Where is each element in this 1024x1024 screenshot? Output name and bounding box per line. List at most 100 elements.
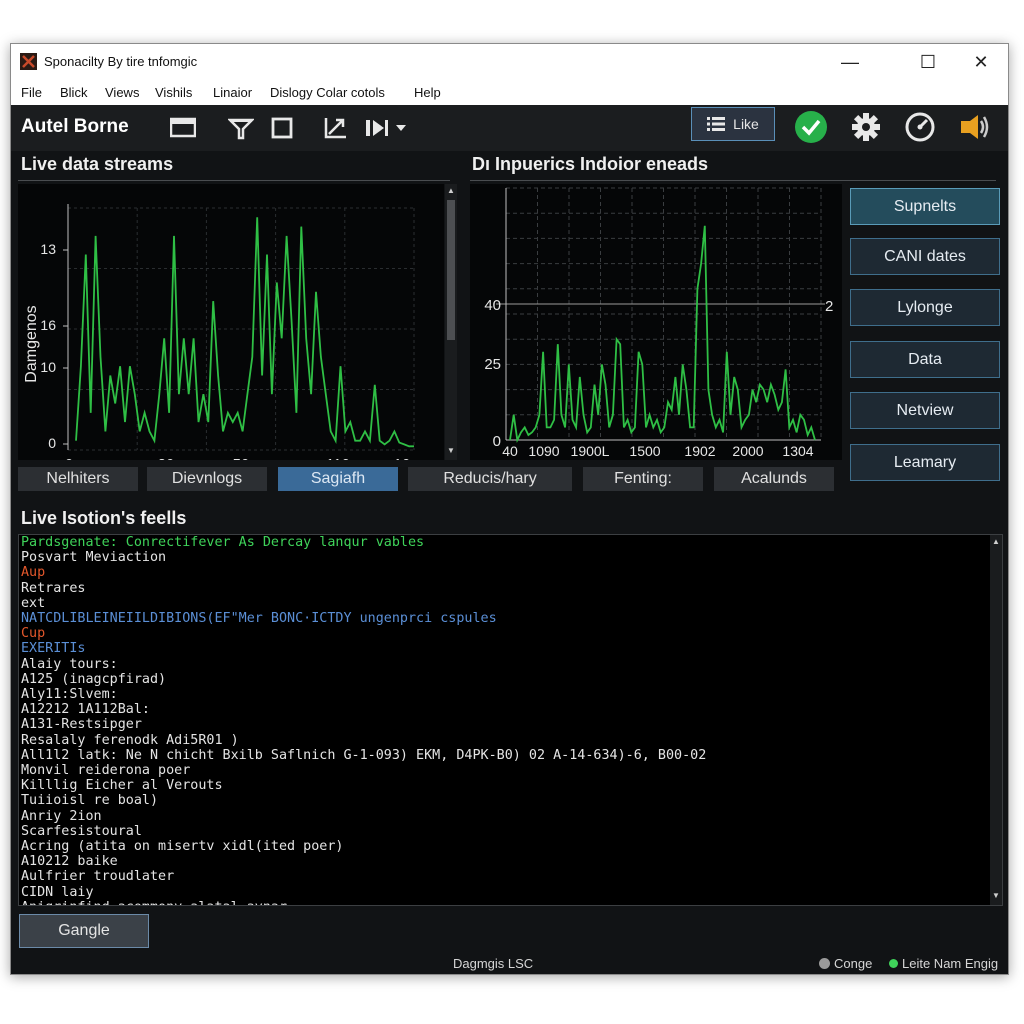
console-line: Tuiioisl re boal): [21, 793, 159, 809]
console-line: Retrares: [21, 580, 86, 596]
menu-vishils[interactable]: Vishils: [155, 85, 192, 100]
title-bar: Sponacilty By tire tnfomgic — ☐ ✕: [11, 44, 1008, 80]
console-lines: Pardsgenate: Conrectifever As Dercay lan…: [21, 535, 707, 905]
app-window: Sponacilty By tire tnfomgic — ☐ ✕ File B…: [10, 43, 1009, 975]
tab-dievnlogs[interactable]: Dievnlogs: [147, 467, 267, 491]
chevron-down-icon[interactable]: [391, 113, 411, 143]
status-dot-icon: [889, 959, 898, 968]
right-tick-label: 2: [825, 298, 833, 315]
menu-linaior[interactable]: Linaior: [213, 85, 252, 100]
y-tick-label: 25: [484, 356, 501, 373]
console-line: All1l2 latk: Ne N chicht Bxilb Saflnich …: [21, 747, 707, 763]
status-conge-label: Conge: [834, 956, 873, 971]
app-logo-icon: [20, 53, 37, 70]
live-data-chart: 01016130205011010Numinires, (D Caobs)Dam…: [18, 184, 444, 493]
trend-chart: 0 25 40 2 40 1090 1900L 1500 1902 2000 1304: [470, 184, 842, 460]
minimize-button[interactable]: —: [823, 44, 877, 80]
scroll-up-icon[interactable]: ▲: [992, 537, 1000, 546]
side-button-data[interactable]: Data: [850, 341, 1000, 378]
menu-views[interactable]: Views: [105, 85, 139, 100]
axis-icon[interactable]: [320, 113, 350, 143]
right-panel-divider: [470, 180, 996, 181]
x-tick-label: 110: [326, 456, 350, 460]
x-tick-label: 1902: [684, 443, 715, 459]
left-panel-divider: [18, 180, 450, 181]
window-title: Sponacilty By tire tnfomgic: [44, 54, 198, 69]
scroll-down-icon[interactable]: ▼: [447, 446, 455, 455]
console-line: Pardsgenate: Conrectifever As Dercay lan…: [21, 535, 425, 550]
scroll-down-icon[interactable]: ▼: [992, 891, 1000, 900]
live-button[interactable]: Like: [691, 107, 775, 141]
right-panel-title: Dı Inpuerics Indoior eneads: [472, 154, 709, 174]
x-tick-label: 1090: [528, 443, 559, 459]
status-dot-icon: [819, 958, 830, 969]
gauge-icon[interactable]: [903, 110, 937, 144]
x-tick-label: 1304: [782, 443, 813, 459]
left-chart-scrollbar[interactable]: ▲ ▼: [445, 184, 457, 460]
tab-fenting[interactable]: Fenting:: [583, 467, 703, 491]
y-tick-label: 40: [484, 297, 501, 314]
live-data-chart-svg: 01016130205011010Numinires, (D Caobs)Dam…: [23, 204, 415, 493]
y-tick-label: 16: [40, 317, 56, 333]
tab-nelhiters[interactable]: Nelhiters: [18, 467, 138, 491]
x-tick-label: 1500: [629, 443, 660, 459]
square-icon[interactable]: [267, 113, 297, 143]
x-tick-label: 1900L: [571, 443, 610, 459]
funnel-icon[interactable]: [226, 113, 256, 143]
menu-file[interactable]: File: [21, 85, 42, 100]
console-line: Posvart Meviaction: [21, 550, 167, 566]
gangle-button[interactable]: Gangle: [19, 914, 149, 948]
side-button-cani-dates[interactable]: CANI dates: [850, 238, 1000, 275]
console-line: Anriy 2ion: [21, 808, 102, 824]
x-tick-label: 40: [502, 443, 518, 459]
tab-reducis-hary[interactable]: Reducis/hary: [408, 467, 572, 491]
side-button-leamary[interactable]: Leamary: [850, 444, 1000, 481]
menu-blick[interactable]: Blick: [60, 85, 87, 100]
close-button[interactable]: ✕: [954, 44, 1008, 80]
console-line: Acring (atita on misertv xidl(ited poer): [21, 839, 344, 855]
list-icon: [707, 117, 726, 131]
console-line: Aly11:Slvem:: [21, 687, 118, 703]
y-tick-label: 13: [40, 241, 56, 257]
console-line: Killlig Eicher al Verouts: [21, 778, 223, 794]
scroll-up-icon[interactable]: ▲: [447, 186, 455, 195]
document-icon[interactable]: [168, 113, 198, 143]
menu-help[interactable]: Help: [414, 85, 441, 100]
play-icon[interactable]: [362, 113, 392, 143]
console-line: Aup: [21, 565, 46, 581]
console-line: EXERITIs: [21, 641, 86, 657]
speaker-icon[interactable]: [958, 110, 992, 144]
maximize-button[interactable]: ☐: [901, 44, 955, 80]
toolbar: Autel Borne Like: [11, 105, 1008, 151]
console-line: A10212 baike: [21, 854, 118, 870]
y-axis-label: Damgenos: [23, 305, 40, 382]
console-line: Cup: [21, 626, 46, 642]
console-line: Resalaly ferenodk Adi5R01 ): [21, 732, 239, 748]
y-tick-label: 0: [48, 435, 56, 451]
x-tick-label: 0: [65, 456, 73, 460]
y-tick-label: 10: [40, 359, 56, 375]
y-tick-label: 0: [493, 433, 501, 450]
x-tick-label: 10: [394, 456, 411, 460]
side-button-netview[interactable]: Netview: [850, 392, 1000, 429]
side-button-supnelts[interactable]: Supnelts: [850, 188, 1000, 225]
side-button-lylonge[interactable]: Lylonge: [850, 289, 1000, 326]
x-tick-label: 2000: [732, 443, 763, 459]
tab-sagiafh[interactable]: Sagiafh: [278, 467, 398, 491]
status-conge: Conge: [819, 956, 872, 971]
console-scrollbar[interactable]: ▲ ▼: [990, 535, 1002, 905]
scroll-thumb[interactable]: [447, 200, 455, 340]
console-title: Live Isotion's feells: [21, 508, 187, 528]
menu-bar: File Blick Views Vishils Linaior Dislogy…: [11, 80, 1008, 106]
console-line: A125 (inagcpfirad): [21, 671, 167, 687]
tab-acalunds[interactable]: Acalunds: [714, 467, 834, 491]
check-icon[interactable]: [794, 110, 828, 144]
console-line: CIDN laiy: [21, 884, 94, 900]
console-output[interactable]: Pardsgenate: Conrectifever As Dercay lan…: [18, 534, 1003, 906]
menu-display-color-controls[interactable]: Dislogy Colar cotols: [270, 85, 385, 100]
status-text: Dagmgis LSC: [453, 956, 534, 971]
gear-icon[interactable]: [849, 110, 883, 144]
console-line: A12212 1A112Bal:: [21, 702, 150, 718]
status-engine-label: Leite Nam Engig: [902, 956, 999, 971]
console-line: A131-Restsipger: [21, 717, 142, 733]
